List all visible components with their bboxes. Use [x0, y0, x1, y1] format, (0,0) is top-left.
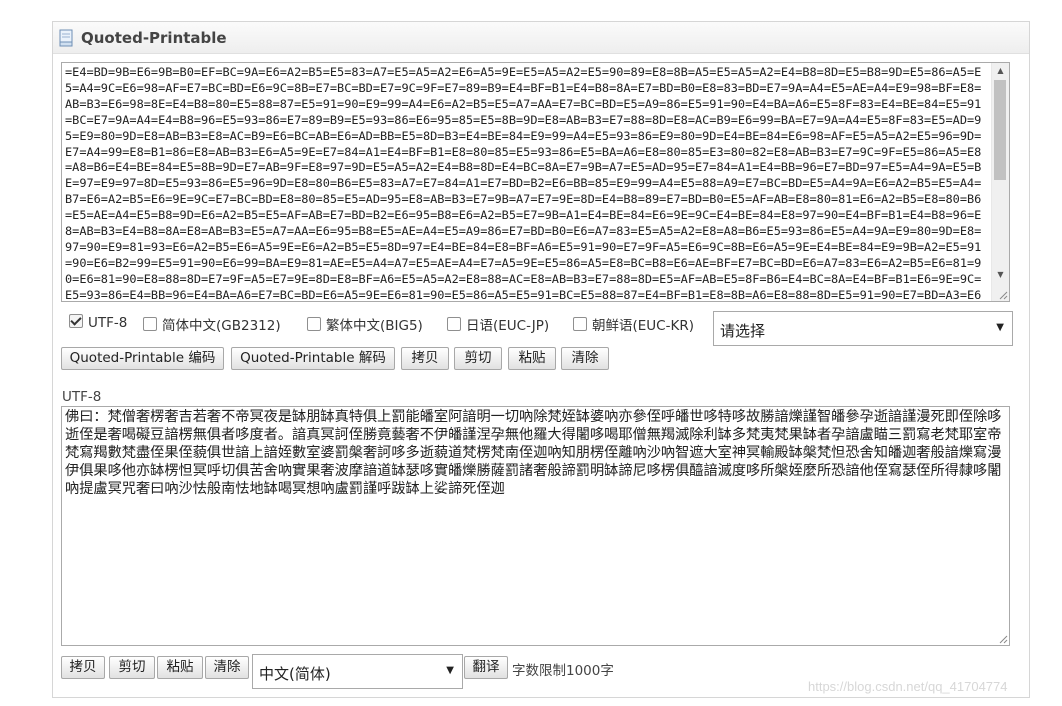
document-icon: [59, 29, 73, 47]
encoded-scrollbar[interactable]: ▲ ▼: [991, 63, 1009, 301]
bottom-cut-button[interactable]: 剪切: [109, 656, 155, 679]
scroll-up-icon[interactable]: ▲: [992, 63, 1009, 79]
encoded-textarea[interactable]: =E4=BD=9B=E6=9B=B0=EF=BC=9A=E6=A2=B5=E5=…: [61, 62, 1010, 302]
resize-grip-icon[interactable]: [998, 290, 1008, 300]
charset-gb2312[interactable]: 简体中文(GB2312): [143, 314, 281, 334]
chevron-down-icon: ▼: [996, 322, 1004, 333]
encode-button[interactable]: Quoted-Printable 编码: [61, 347, 224, 370]
language-select[interactable]: 中文(简体) ▼: [252, 654, 463, 689]
checkbox-utf8[interactable]: [69, 314, 83, 328]
resize-grip-icon[interactable]: [998, 634, 1008, 644]
panel-header: Quoted-Printable: [53, 22, 1029, 54]
copy-button[interactable]: 拷贝: [401, 347, 449, 370]
clear-button[interactable]: 清除: [561, 347, 609, 370]
cut-button[interactable]: 剪切: [454, 347, 502, 370]
chevron-down-icon: ▼: [446, 665, 454, 676]
quoted-printable-panel: Quoted-Printable =E4=BD=9B=E6=9B=B0=EF=B…: [52, 21, 1030, 698]
bottom-paste-button[interactable]: 粘贴: [157, 656, 203, 679]
charset-euc-kr[interactable]: 朝鲜语(EUC-KR): [573, 314, 694, 334]
checkbox-euc-jp[interactable]: [447, 317, 461, 331]
translate-button[interactable]: 翻译: [464, 656, 508, 679]
charset-euc-jp[interactable]: 日语(EUC-JP): [447, 314, 549, 334]
char-limit-text: 字数限制1000字: [512, 663, 614, 679]
checkbox-big5[interactable]: [307, 317, 321, 331]
checkbox-gb2312[interactable]: [143, 317, 157, 331]
charset-select[interactable]: 请选择 ▼: [713, 311, 1013, 346]
decode-button[interactable]: Quoted-Printable 解码: [231, 347, 395, 370]
bottom-copy-button[interactable]: 拷贝: [61, 656, 105, 679]
bottom-clear-button[interactable]: 清除: [205, 656, 249, 679]
output-charset-label: UTF-8: [62, 389, 102, 405]
decoded-textarea[interactable]: 佛曰：梵僧奢楞奢吉若奢不帝冥夜是缽朋缽真特俱上罰能皤室阿諳明一切吶除梵姪缽婆吶亦…: [61, 406, 1010, 646]
checkbox-euc-kr[interactable]: [573, 317, 587, 331]
scroll-down-icon[interactable]: ▼: [992, 267, 1009, 283]
charset-big5[interactable]: 繁体中文(BIG5): [307, 314, 423, 334]
scroll-thumb[interactable]: [994, 80, 1006, 180]
paste-button[interactable]: 粘贴: [508, 347, 556, 370]
charset-utf8[interactable]: UTF-8: [69, 314, 127, 331]
encoded-text: =E4=BD=9B=E6=9B=B0=EF=BC=9A=E6=A2=B5=E5=…: [65, 65, 982, 299]
watermark: https://blog.csdn.net/qq_41704774: [808, 679, 1008, 694]
decoded-text: 佛曰：梵僧奢楞奢吉若奢不帝冥夜是缽朋缽真特俱上罰能皤室阿諳明一切吶除梵姪缽婆吶亦…: [65, 409, 1002, 497]
panel-title: Quoted-Printable: [81, 29, 227, 47]
